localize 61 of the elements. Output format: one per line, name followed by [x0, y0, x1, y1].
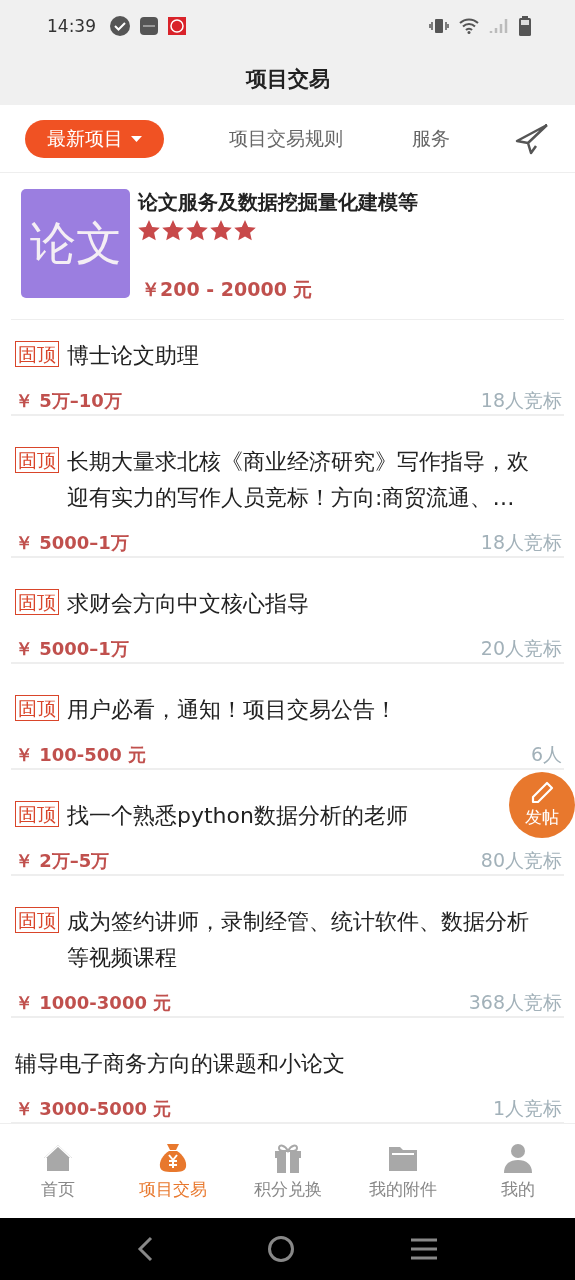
battery-icon	[519, 16, 531, 36]
pinned-tag: 固顶	[15, 589, 59, 615]
check-icon	[110, 16, 130, 36]
post-button[interactable]: 发帖	[509, 772, 575, 838]
nav-tab[interactable]: 项目交易规则	[225, 121, 347, 156]
project-title: 求财会方向中文核心指导	[67, 590, 309, 618]
project-price: ￥ 5000–1万	[15, 531, 129, 555]
project-price: ￥ 3000-5000 元	[15, 1097, 172, 1121]
featured-price: ￥200 - 20000 元	[140, 277, 314, 302]
pinned-tag: 固顶	[15, 907, 59, 933]
user-icon	[501, 1141, 534, 1174]
pinned-tag: 固顶	[15, 447, 59, 473]
wifi-icon	[459, 18, 479, 34]
status-time: 14:39	[47, 16, 96, 36]
pinned-tag: 固顶	[15, 341, 59, 367]
bid-count: 80人竞标	[480, 848, 562, 873]
menu-icon[interactable]	[409, 1238, 438, 1260]
project-title: 博士论文助理	[67, 342, 199, 370]
bottom-nav-item[interactable]: 我的附件	[345, 1124, 460, 1218]
bid-count: 20人竞标	[480, 636, 562, 661]
bid-count: 1人竞标	[492, 1096, 562, 1121]
project-title: 找一个熟悉python数据分析的老师	[67, 802, 408, 830]
pinned-tag: 固顶	[15, 695, 59, 721]
bid-count: 18人竞标	[480, 530, 562, 555]
bottom-nav-item[interactable]: 积分兑换	[230, 1124, 345, 1218]
project-title: 成为签约讲师，录制经管、统计软件、数据分析等视频课程	[67, 908, 530, 972]
star-icon	[234, 220, 256, 241]
project-price: ￥ 5000–1万	[15, 637, 129, 661]
project-title: 长期大量求北核《商业经济研究》写作指导，欢迎有实力的写作人员竞标！方向:商贸流通、…	[67, 448, 530, 512]
app-icon	[168, 17, 186, 35]
caret-icon	[131, 135, 142, 142]
project-title: 用户必看，通知！项目交易公告！	[67, 696, 397, 724]
featured-title: 论文服务及数据挖掘量化建模等	[138, 189, 418, 216]
bid-count: 368人竞标	[468, 990, 562, 1015]
back-icon[interactable]	[137, 1236, 154, 1262]
project-title: 辅导电子商务方向的课题和小论文	[15, 1050, 345, 1078]
bottom-nav-item[interactable]: 我的	[460, 1124, 575, 1218]
bid-count: 6人	[530, 742, 562, 767]
bid-count: 18人竞标	[480, 388, 562, 413]
project-price: ￥ 100-500 元	[15, 743, 147, 767]
logo: 论文	[21, 189, 130, 298]
star-icon	[138, 220, 160, 241]
app-icon	[140, 17, 158, 35]
nav-tab[interactable]: 服务	[408, 121, 454, 156]
vibrate-icon	[429, 18, 449, 34]
project-price: ￥ 1000-3000 元	[15, 991, 172, 1015]
featured-card[interactable]: 论文 论文服务及数据挖掘量化建模等 ￥200 - 20000 元	[11, 173, 564, 320]
home-circle-icon[interactable]	[267, 1235, 296, 1263]
star-icon	[210, 220, 232, 241]
pinned-tag: 固顶	[15, 801, 59, 827]
project-price: ￥ 5万–10万	[15, 389, 122, 413]
star-icon	[186, 220, 208, 241]
send-icon[interactable]	[515, 122, 549, 155]
bottom-nav-item[interactable]: 首页	[0, 1124, 115, 1218]
project-price: ￥ 2万–5万	[15, 849, 110, 873]
bottom-nav-item[interactable]: 项目交易	[115, 1124, 230, 1218]
signal-icon	[489, 18, 509, 34]
filter-tab[interactable]: 最新项目	[25, 119, 164, 158]
star-icon	[162, 220, 184, 241]
page-title: 项目交易	[245, 65, 330, 93]
pencil-icon	[530, 781, 554, 805]
